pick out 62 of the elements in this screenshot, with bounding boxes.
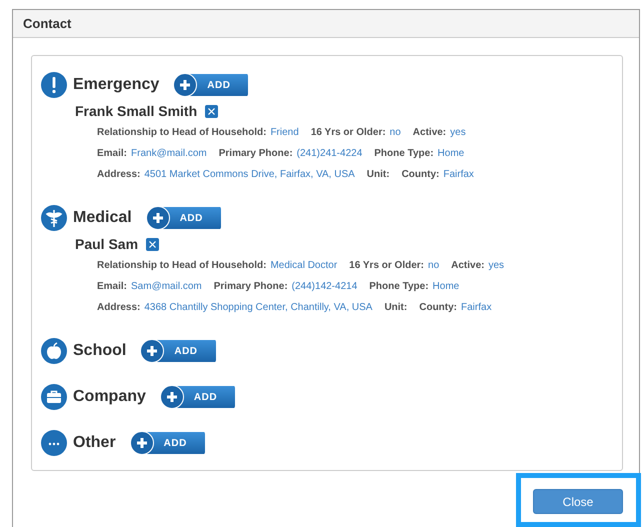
plus-icon [146, 345, 158, 357]
category-label: Other [73, 434, 116, 452]
caduceus-icon [41, 205, 67, 231]
add-button[interactable]: ADD [146, 206, 221, 230]
field-label: Active: [451, 260, 484, 271]
field-label: Unit: [384, 302, 408, 313]
category-label: Medical [73, 209, 132, 227]
field-value: Sam@mail.com [131, 281, 202, 292]
field-value: Medical Doctor [270, 260, 338, 271]
category-label: Emergency [73, 76, 160, 94]
field-value: 4368 Chantilly Shopping Center, Chantilly, VA, USA [144, 302, 372, 313]
field-value: Frank@mail.com [131, 148, 207, 159]
field-label: Phone Type: [369, 281, 429, 292]
field-value: (241)241-4224 [296, 148, 362, 159]
field-label: Email: [97, 148, 128, 159]
field-label: Primary Phone: [214, 281, 288, 292]
field-label: County: [419, 302, 458, 313]
field-value: no [390, 127, 401, 138]
field-label: Primary Phone: [218, 148, 293, 159]
field-value: no [428, 260, 440, 271]
close-button[interactable]: Close [533, 489, 623, 514]
contact-name: Frank Small Smith [75, 103, 198, 119]
field-value: Fairfax [443, 169, 474, 180]
category-label: Company [73, 388, 146, 406]
field-label: Address: [97, 302, 140, 313]
field-label: Active: [412, 127, 446, 138]
remove-button[interactable] [205, 104, 218, 118]
dialog-title: Contact [23, 16, 72, 31]
add-button[interactable]: ADD [160, 385, 236, 409]
plus-icon [166, 391, 178, 403]
field-label: Phone Type: [374, 148, 434, 159]
field-value: (244)142-4214 [292, 281, 358, 292]
close-icon [208, 108, 216, 114]
field-value: 4501 Market Commons Drive, Fairfax, VA, USA [144, 169, 355, 180]
field-label: Relationship to Head of Household: [97, 260, 266, 271]
plus-icon [136, 437, 148, 449]
add-button[interactable]: ADD [130, 431, 205, 455]
field-value: Friend [270, 127, 299, 138]
add-button[interactable]: ADD [140, 339, 216, 363]
field-label: Unit: [366, 169, 390, 180]
field-value: Fairfax [461, 302, 492, 313]
field-value: Home [438, 148, 464, 159]
add-button[interactable]: ADD [173, 73, 248, 97]
contact-name: Paul Sam [75, 236, 138, 252]
ellipsis-icon [41, 430, 67, 456]
plus-icon [179, 79, 192, 91]
remove-button[interactable] [146, 238, 160, 250]
close-icon [149, 240, 156, 248]
field-label: Relationship to Head of Household: [97, 127, 266, 138]
field-label: County: [402, 169, 440, 180]
field-label: 16 Yrs or Older: [349, 260, 424, 271]
exclamation-icon [41, 72, 67, 98]
field-value: yes [488, 260, 504, 271]
plus-icon [152, 212, 164, 224]
briefcase-icon [41, 384, 67, 410]
category-label: School [73, 342, 126, 360]
field-value: yes [450, 127, 466, 138]
field-label: 16 Yrs or Older: [310, 127, 386, 138]
field-value: Home [432, 281, 460, 292]
field-label: Address: [97, 169, 140, 180]
apple-icon [41, 338, 67, 364]
field-label: Email: [97, 281, 128, 292]
